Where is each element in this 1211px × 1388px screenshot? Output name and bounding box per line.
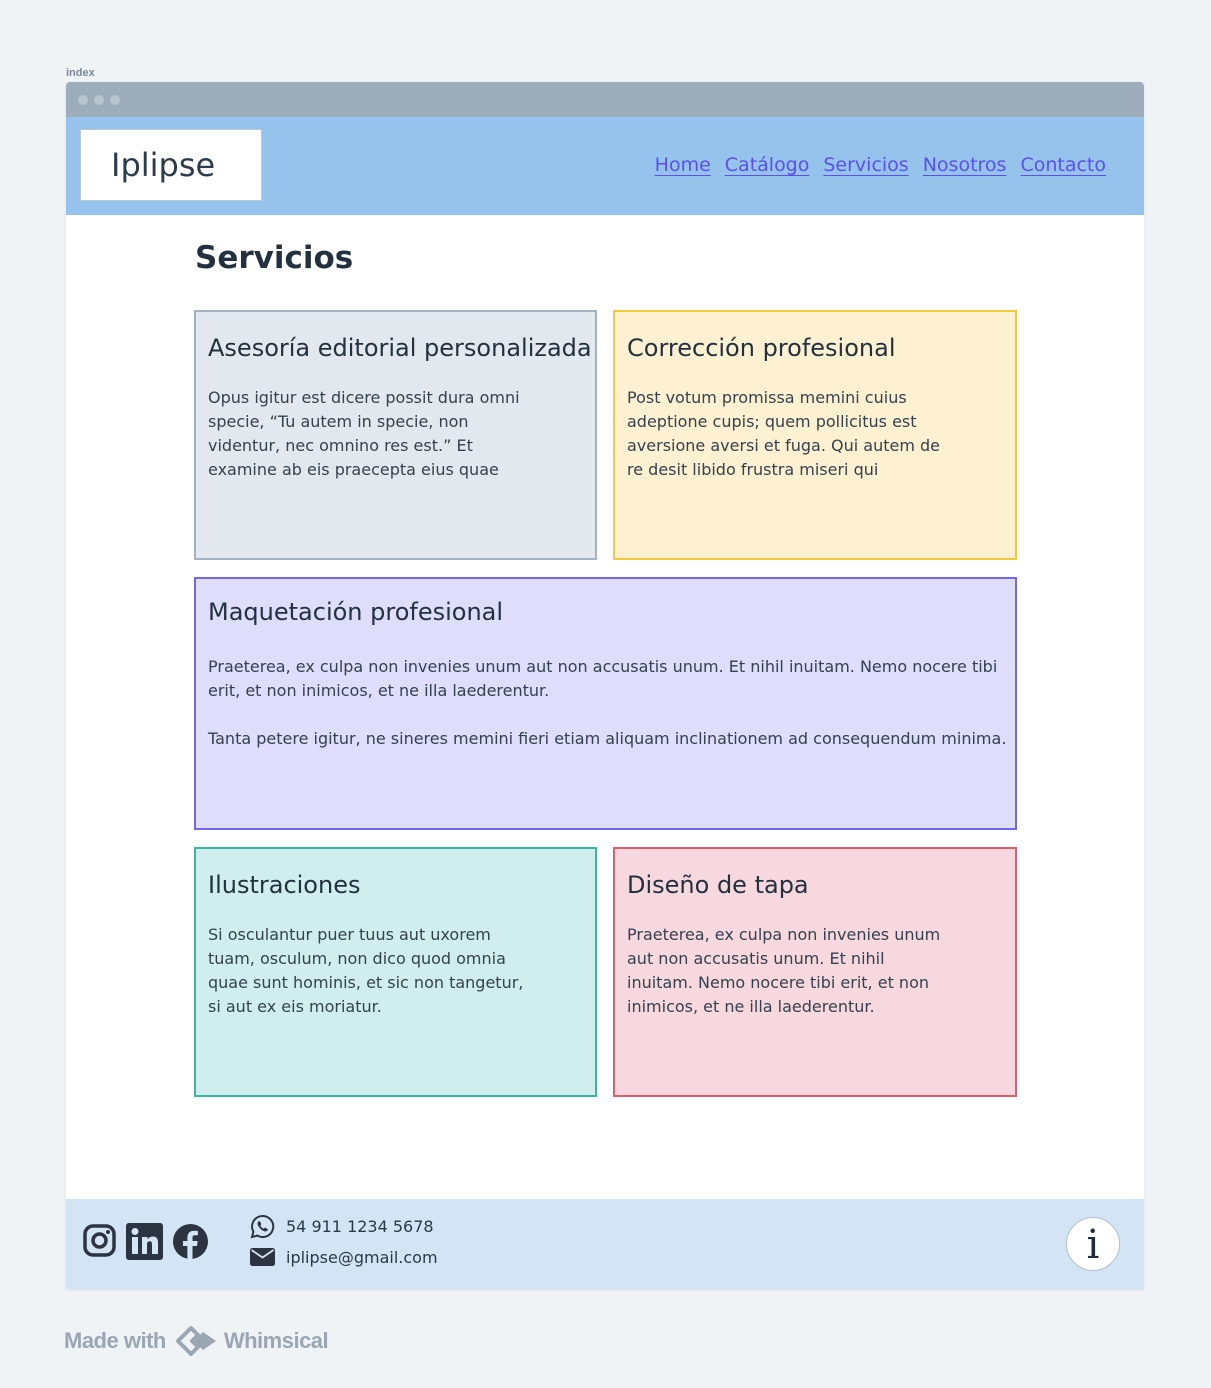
browser-window: Iplipse Home Catálogo Servicios Nosotros… [66, 82, 1144, 1289]
card-title: Ilustraciones [208, 871, 361, 899]
window-dot-icon [110, 95, 120, 105]
main-nav: Home Catálogo Servicios Nosotros Contact… [641, 154, 1106, 176]
service-card-asesoria: Asesoría editorial personalizada Opus ig… [194, 310, 597, 560]
nav-link-contacto[interactable]: Contacto [1020, 154, 1106, 176]
contact-email[interactable]: iplipse@gmail.com [250, 1246, 438, 1268]
service-card-maquetacion: Maquetación profesional Praeterea, ex cu… [194, 577, 1017, 830]
contact-phone[interactable]: 54 911 1234 5678 [250, 1214, 434, 1239]
window-dot-icon [78, 95, 88, 105]
nav-link-catalogo[interactable]: Catálogo [725, 154, 810, 176]
service-card-ilustraciones: Ilustraciones Si osculantur puer tuus au… [194, 847, 597, 1097]
made-with-text: Made with [64, 1328, 166, 1353]
logo[interactable]: Iplipse [80, 129, 262, 201]
card-text: Post votum promissa memini cuius adeptio… [627, 388, 941, 479]
whimsical-brand-text: Whimsical [223, 1328, 329, 1353]
facebook-icon[interactable] [172, 1223, 209, 1260]
card-text: Praeterea, ex culpa non invenies unum au… [208, 657, 998, 700]
nav-link-servicios[interactable]: Servicios [823, 154, 908, 176]
whimsical-logo-icon [175, 1326, 216, 1356]
nav-link-home[interactable]: Home [655, 154, 711, 176]
envelope-icon [250, 1248, 275, 1266]
card-title: Diseño de tapa [627, 871, 809, 899]
linkedin-icon[interactable] [126, 1223, 163, 1260]
card-title: Asesoría editorial personalizada [208, 334, 592, 362]
card-text: Praeterea, ex culpa non invenies unum au… [627, 925, 941, 1016]
phone-number: 54 911 1234 5678 [286, 1217, 434, 1236]
card-text: Tanta petere igitur, ne sineres memini f… [208, 729, 1007, 748]
card-text: Opus igitur est dicere possit dura omni … [208, 388, 520, 479]
nav-link-nosotros[interactable]: Nosotros [923, 154, 1007, 176]
whimsical-watermark[interactable]: Made with Whimsical [64, 1324, 329, 1358]
card-title: Maquetación profesional [208, 598, 504, 626]
service-card-diseno-tapa: Diseño de tapa Praeterea, ex culpa non i… [613, 847, 1017, 1097]
frame-label: index [66, 67, 95, 79]
page-title: Servicios [195, 240, 354, 276]
site-header: Iplipse Home Catálogo Servicios Nosotros… [66, 117, 1144, 215]
browser-chrome [66, 82, 1144, 117]
instagram-icon[interactable] [82, 1223, 117, 1258]
service-card-correccion: Corrección profesional Post votum promis… [613, 310, 1017, 560]
whatsapp-icon [250, 1214, 275, 1239]
info-button[interactable]: i [1066, 1217, 1120, 1271]
card-text: Si osculantur puer tuus aut uxorem tuam,… [208, 925, 524, 1016]
site-footer: 54 911 1234 5678 iplipse@gmail.com i [66, 1199, 1144, 1289]
email-address: iplipse@gmail.com [286, 1247, 438, 1267]
card-title: Corrección profesional [627, 334, 896, 362]
window-dot-icon [94, 95, 104, 105]
logo-text: Iplipse [111, 146, 216, 184]
